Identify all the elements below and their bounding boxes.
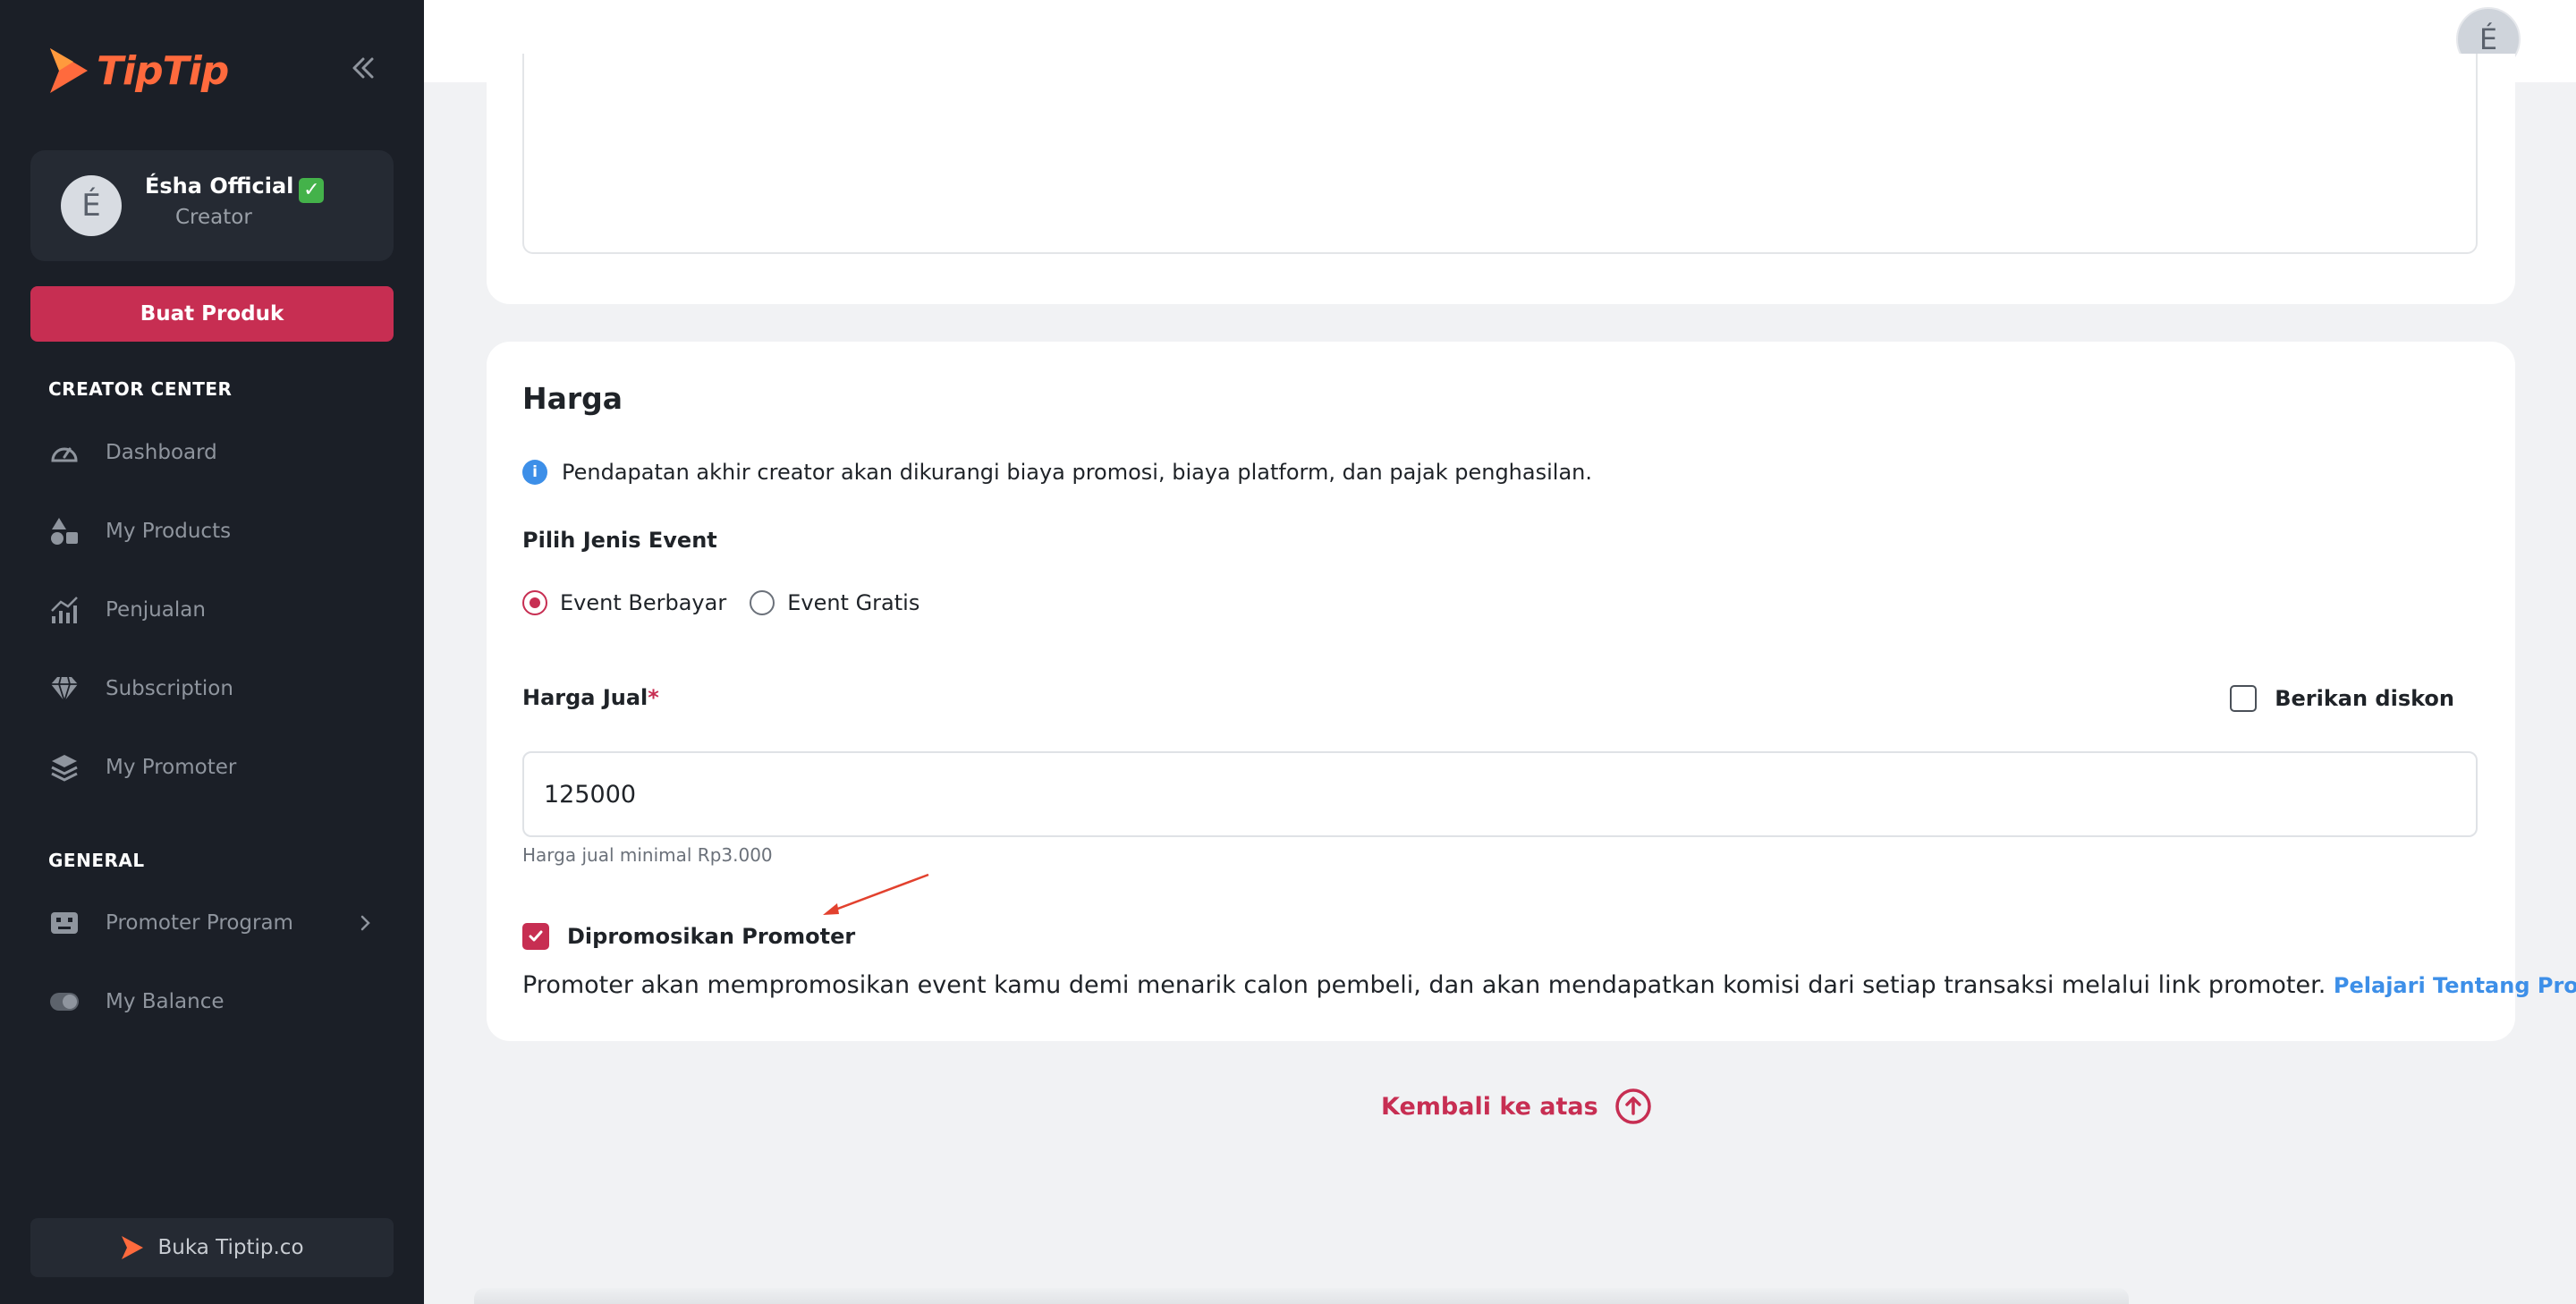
back-to-top-button[interactable]: Kembali ke atas [1381, 1088, 1652, 1125]
logo-text: TipTip [97, 47, 229, 94]
create-product-button[interactable]: Buat Produk [30, 286, 394, 342]
layers-icon [48, 751, 80, 783]
toggle-icon [48, 986, 80, 1018]
sidebar-item-penjualan[interactable]: Penjualan [48, 587, 388, 633]
price-label: Harga Jual* [522, 685, 659, 710]
shapes-icon [48, 515, 80, 547]
price-input[interactable] [522, 751, 2478, 837]
sidebar-item-label: My Products [106, 520, 232, 543]
open-site-label: Buka Tiptip.co [157, 1236, 304, 1259]
section-title-creator-center: CREATOR CENTER [48, 378, 233, 400]
promoter-checkbox[interactable] [522, 923, 549, 950]
event-type-label: Pilih Jenis Event [522, 528, 717, 553]
profile-name-text: Ésha Official [145, 174, 294, 199]
collapse-sidebar-button[interactable] [347, 52, 379, 84]
bottom-bar-shadow [474, 1288, 2129, 1304]
radio-label-event-berbayar[interactable]: Event Berbayar [560, 590, 726, 615]
annotation-arrow-icon [823, 873, 929, 915]
verified-icon: ✓ [299, 177, 325, 203]
sidebar-item-label: Promoter Program [106, 911, 293, 935]
sidebar-item-label: Subscription [106, 677, 233, 700]
discount-toggle[interactable]: Berikan diskon [2230, 685, 2454, 712]
sidebar-item-dashboard[interactable]: Dashboard [48, 429, 388, 476]
description-textarea[interactable] [522, 54, 2478, 254]
chevron-right-icon [354, 912, 376, 939]
chart-icon [48, 594, 80, 626]
section-title-general: GENERAL [48, 850, 145, 871]
sidebar-item-subscription[interactable]: Subscription [48, 665, 388, 712]
checkmark-icon [529, 930, 543, 942]
event-type-radio-group: Event Berbayar Event Gratis [522, 590, 943, 615]
price-hint: Harga jual minimal Rp3.000 [522, 844, 773, 866]
price-label-text: Harga Jual [522, 685, 648, 710]
discount-label: Berikan diskon [2275, 686, 2454, 711]
sidebar-item-my-promoter[interactable]: My Promoter [48, 744, 388, 791]
double-chevron-left-icon [352, 57, 374, 79]
profile-role: Creator [175, 206, 252, 229]
info-notice: i Pendapatan akhir creator akan dikurang… [522, 460, 1592, 485]
discount-checkbox[interactable] [2230, 685, 2258, 712]
profile-name: Ésha Official ✓ [145, 174, 325, 203]
open-site-button[interactable]: Buka Tiptip.co [30, 1218, 394, 1277]
promoter-toggle[interactable]: Dipromosikan Promoter [522, 923, 855, 950]
radio-label-event-gratis[interactable]: Event Gratis [787, 590, 919, 615]
info-icon: i [522, 460, 547, 485]
tiptip-play-icon [50, 48, 88, 93]
tiptip-logo[interactable]: TipTip [47, 45, 229, 97]
section-title-harga: Harga [522, 381, 623, 416]
radio-event-berbayar[interactable] [522, 590, 547, 615]
tiptip-play-icon [120, 1234, 145, 1261]
sidebar-item-label: My Balance [106, 990, 225, 1013]
promoter-label: Dipromosikan Promoter [567, 924, 856, 949]
price-card: Harga i Pendapatan akhir creator akan di… [487, 342, 2576, 1041]
description-card [487, 54, 2515, 304]
promoter-description: Promoter akan mempromosikan event kamu d… [522, 971, 2576, 999]
sidebar-item-promoter-program[interactable]: Promoter Program [48, 900, 388, 946]
required-mark: * [648, 685, 659, 710]
sidebar-item-label: Penjualan [106, 598, 206, 622]
robot-icon [48, 907, 80, 939]
sidebar: TipTip É Ésha Official ✓ Creator Buat Pro… [0, 0, 424, 1304]
radio-event-gratis[interactable] [750, 590, 775, 615]
info-text: Pendapatan akhir creator akan dikurangi … [562, 460, 1592, 485]
sidebar-item-my-balance[interactable]: My Balance [48, 978, 388, 1025]
profile-card[interactable]: É Ésha Official ✓ Creator [30, 150, 394, 261]
promoter-description-text: Promoter akan mempromosikan event kamu d… [522, 971, 2326, 999]
arrow-up-circle-icon [1614, 1088, 1652, 1125]
diamond-icon [48, 673, 80, 705]
avatar: É [61, 175, 122, 236]
learn-promoter-link[interactable]: Pelajari Tentang Promoter [2334, 973, 2576, 998]
gauge-icon [48, 436, 80, 469]
sidebar-item-label: My Promoter [106, 756, 237, 779]
back-to-top-label: Kembali ke atas [1381, 1092, 1598, 1121]
sidebar-item-label: Dashboard [106, 441, 217, 464]
sidebar-item-my-products[interactable]: My Products [48, 508, 388, 555]
